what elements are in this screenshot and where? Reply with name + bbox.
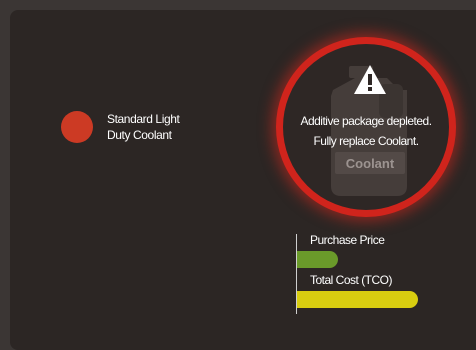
alert-message: Additive package depleted. Fully replace… [283, 111, 449, 151]
bar-label: Total Cost (TCO) [310, 273, 393, 287]
legend-label-line2: Duty Coolant [107, 128, 172, 142]
jug-label: Coolant [346, 156, 395, 171]
alert-line1: Additive package depleted. [300, 114, 432, 128]
alert-line2: Fully replace Coolant. [313, 134, 419, 148]
alert-badge: Coolant Additive package depleted. Fully… [276, 37, 456, 217]
bar [297, 251, 338, 268]
legend-label: Standard Light Duty Coolant [107, 111, 217, 143]
warning-icon [354, 65, 386, 94]
legend-color-dot [61, 111, 93, 143]
bar [297, 291, 418, 308]
bar-label: Purchase Price [310, 233, 385, 247]
legend-label-line1: Standard Light [107, 112, 180, 126]
